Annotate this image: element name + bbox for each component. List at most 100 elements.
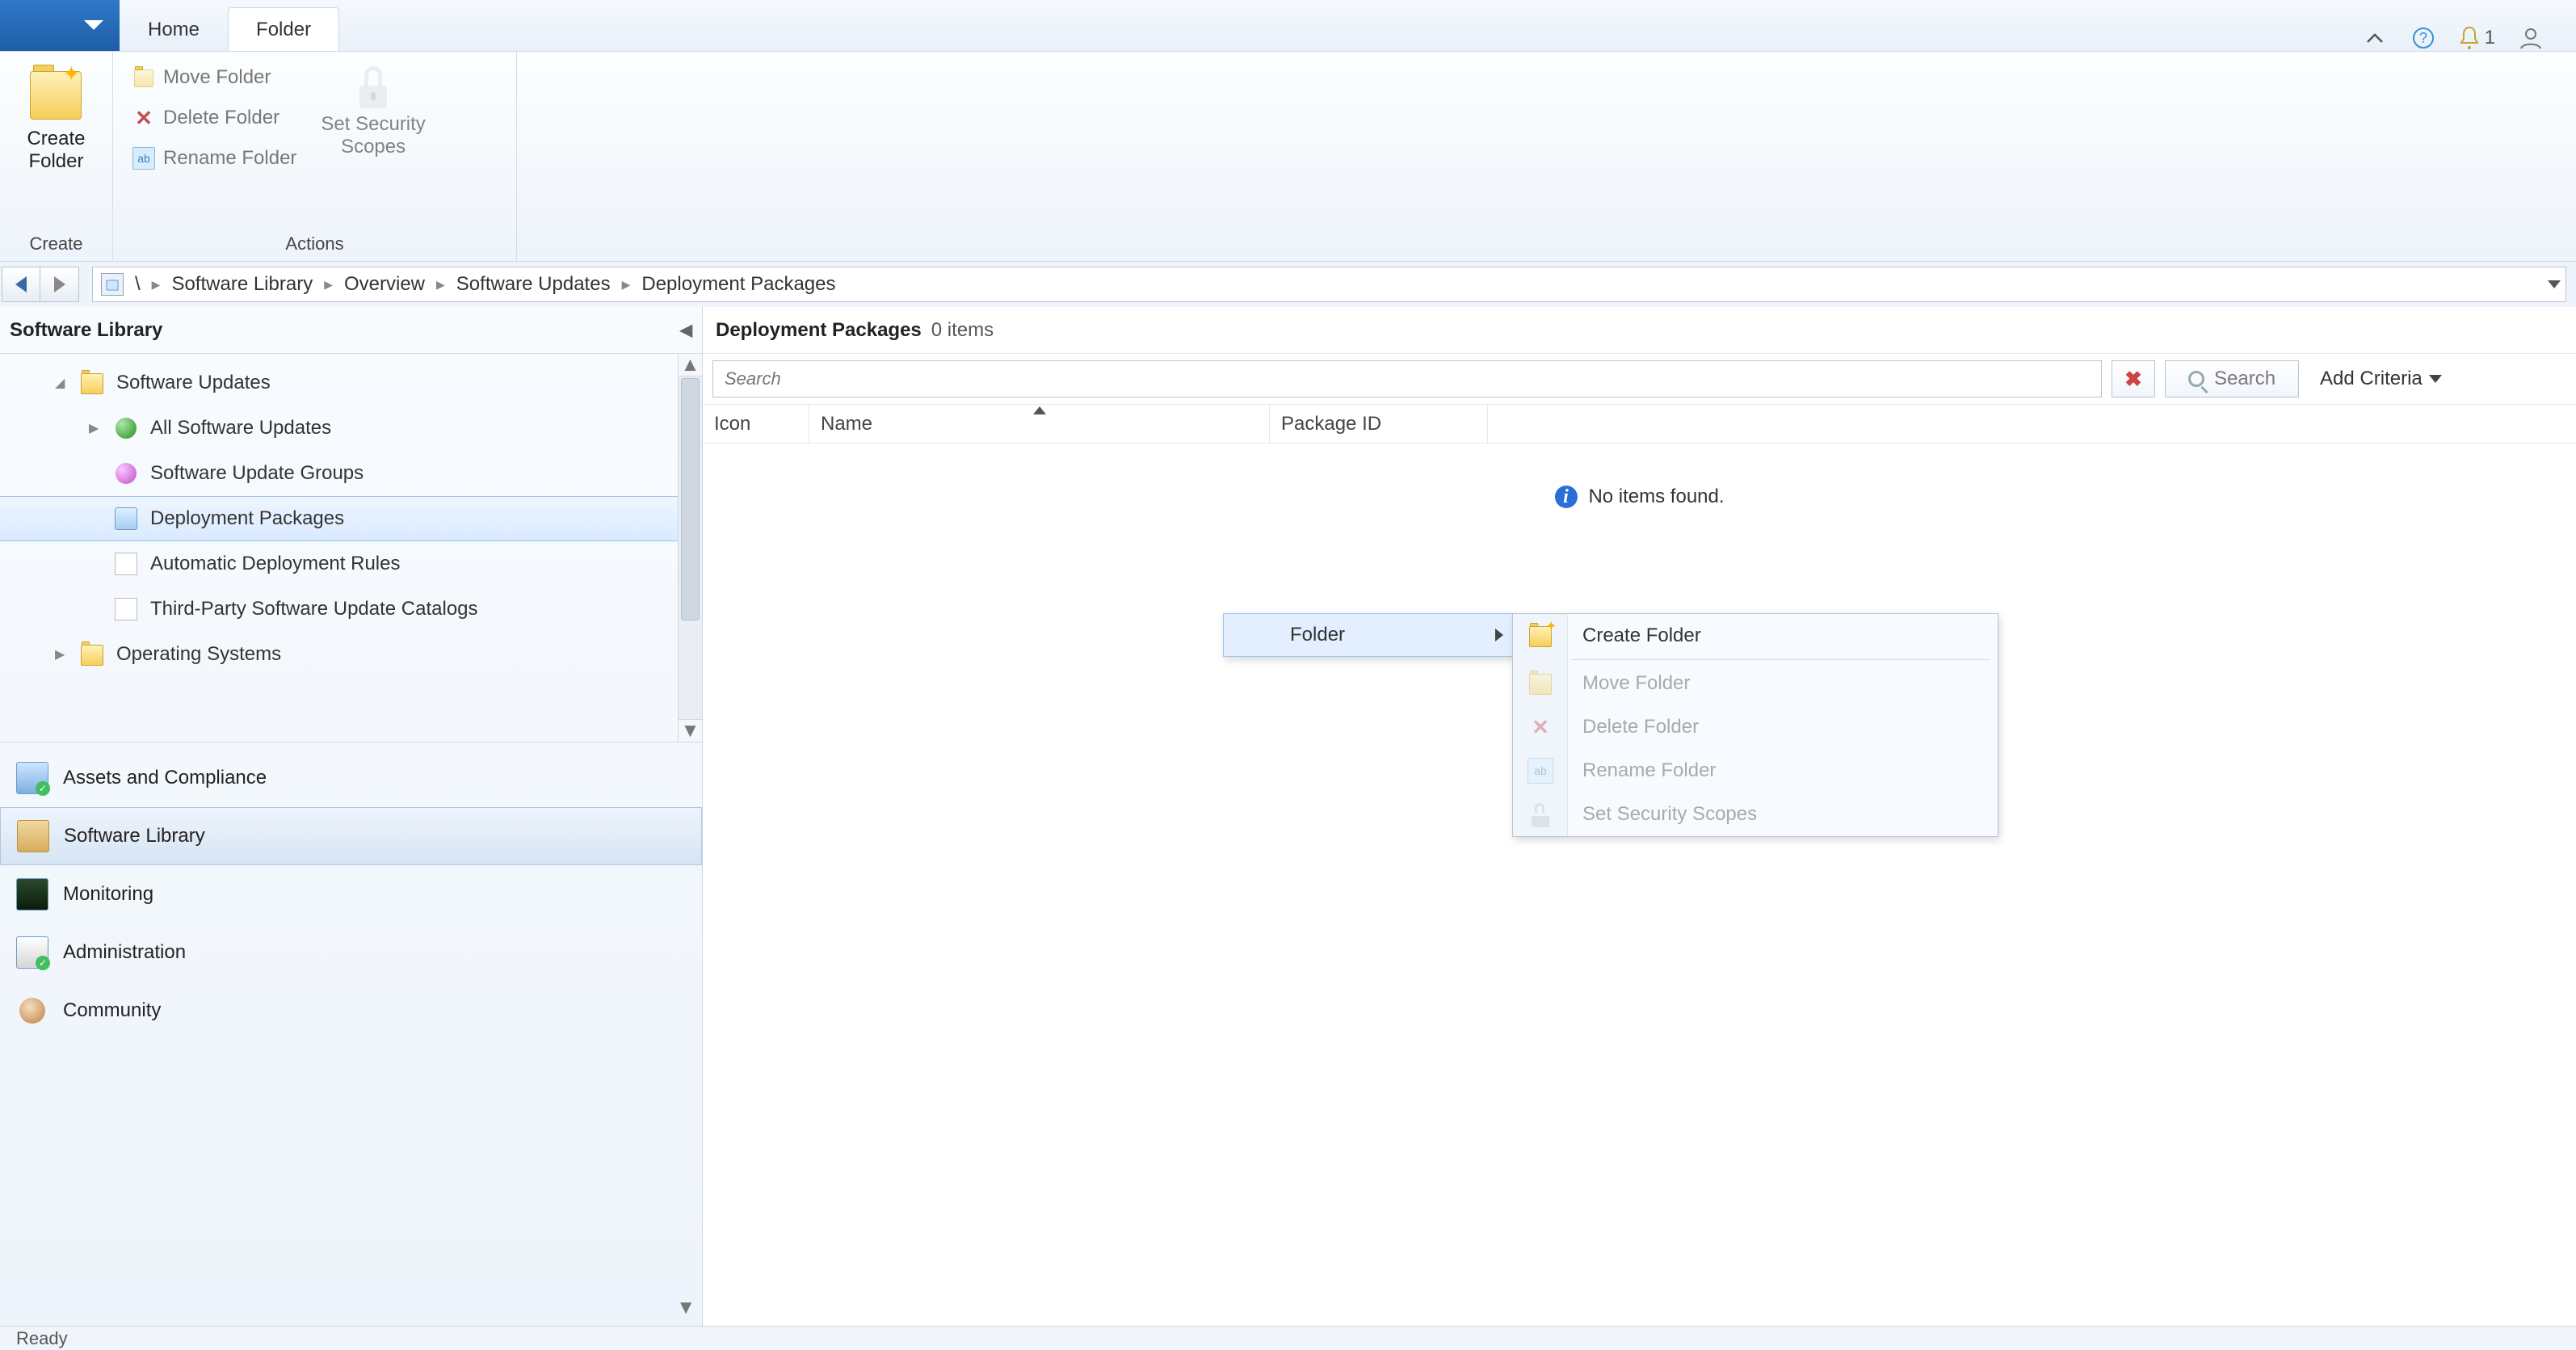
breadcrumb-software-updates[interactable]: Software Updates: [456, 273, 611, 296]
quick-access-toolbar[interactable]: [0, 0, 120, 51]
breadcrumb-overview[interactable]: Overview: [344, 273, 425, 296]
nav-overflow-icon[interactable]: ▼: [676, 1297, 695, 1319]
notification-count: 1: [2485, 27, 2495, 49]
scroll-up-icon[interactable]: ▲: [679, 354, 702, 376]
clear-icon: ✖: [2124, 367, 2142, 392]
add-criteria-label: Add Criteria: [2320, 368, 2423, 390]
expander-open-icon[interactable]: ◢: [55, 375, 68, 391]
context-folder-item[interactable]: Folder: [1223, 613, 1515, 657]
chevron-right-icon: ▶: [622, 278, 631, 292]
chevron-down-icon: [2429, 375, 2442, 383]
ribbon-group-create: ✦ Create Folder Create: [0, 52, 113, 261]
tree-label: Third-Party Software Update Catalogs: [150, 598, 478, 620]
column-name-label: Name: [821, 413, 872, 435]
tab-folder[interactable]: Folder: [228, 7, 339, 51]
group-create-label: Create: [29, 233, 82, 258]
nav-back-button[interactable]: [2, 267, 40, 302]
nav-forward-button[interactable]: [40, 267, 79, 302]
nav-pane-title-text: Software Library: [10, 319, 162, 342]
collapse-nav-icon[interactable]: ◀: [680, 320, 692, 340]
tab-home[interactable]: Home: [120, 7, 228, 51]
chevron-right-icon: ▶: [324, 278, 333, 292]
content-header: Deployment Packages 0 items: [703, 307, 2576, 354]
sort-asc-icon: [1033, 406, 1046, 414]
breadcrumb-root[interactable]: \: [135, 273, 141, 296]
move-folder-button[interactable]: Move Folder: [124, 60, 305, 95]
update-groups-icon: [113, 461, 139, 486]
tree-label: Software Updates: [116, 372, 271, 394]
ribbon-group-actions: Move Folder ✕ Delete Folder ab Rename Fo…: [113, 52, 517, 261]
nav-community[interactable]: Community: [0, 982, 702, 1040]
nav-administration[interactable]: ✓ Administration: [0, 923, 702, 982]
tree-software-update-groups[interactable]: Software Update Groups: [0, 451, 702, 496]
column-name[interactable]: Name: [809, 405, 1270, 443]
updates-icon: [113, 415, 139, 441]
column-package-id[interactable]: Package ID: [1270, 405, 1488, 443]
column-icon[interactable]: Icon: [703, 405, 809, 443]
create-folder-button[interactable]: ✦ Create Folder: [17, 60, 95, 177]
breadcrumb-deployment-packages[interactable]: Deployment Packages: [641, 273, 835, 296]
help-icon[interactable]: ?: [2410, 25, 2436, 51]
submenu-label: Rename Folder: [1582, 759, 1716, 782]
status-text: Ready: [16, 1328, 68, 1349]
nav-label: Administration: [63, 941, 186, 964]
breadcrumb[interactable]: \ ▶ Software Library ▶ Overview ▶ Softwa…: [92, 267, 2566, 302]
submenu-set-security-scopes[interactable]: Set Security Scopes: [1513, 793, 1998, 836]
tree-operating-systems[interactable]: ▶ Operating Systems: [0, 632, 702, 677]
collapse-ribbon-icon[interactable]: [2362, 25, 2388, 51]
no-items-message: i No items found.: [1554, 486, 1724, 508]
search-input[interactable]: [712, 360, 2102, 397]
submenu-label: Set Security Scopes: [1582, 803, 1757, 826]
clear-search-button[interactable]: ✖: [2112, 360, 2155, 397]
tree-deployment-packages[interactable]: Deployment Packages: [0, 496, 702, 541]
expander-closed-icon[interactable]: ▶: [89, 420, 102, 436]
nav-monitoring[interactable]: Monitoring: [0, 865, 702, 923]
breadcrumb-root-icon[interactable]: [101, 273, 124, 296]
context-submenu: ✦ Create Folder Move Folder ✕ Delete Fol…: [1512, 613, 1998, 837]
submenu-create-folder[interactable]: ✦ Create Folder: [1513, 614, 1998, 658]
tree-software-updates[interactable]: ◢ Software Updates: [0, 360, 702, 406]
catalog-icon: [113, 596, 139, 622]
submenu-label: Create Folder: [1582, 625, 1701, 647]
tree-label: Deployment Packages: [150, 507, 344, 530]
grid-body: i No items found.: [703, 444, 2576, 1326]
delete-folder-icon: ✕: [1528, 714, 1553, 740]
tree-automatic-deployment-rules[interactable]: Automatic Deployment Rules: [0, 541, 702, 587]
user-icon[interactable]: [2518, 25, 2544, 51]
chevron-right-icon: ▶: [436, 278, 445, 292]
submenu-rename-folder[interactable]: ab Rename Folder: [1513, 749, 1998, 793]
expander-closed-icon[interactable]: ▶: [55, 646, 68, 662]
create-folder-icon: ✦: [1528, 623, 1553, 649]
app-root: Home Folder ? 1 ✦ Create Folder Create: [0, 0, 2576, 1350]
delete-folder-button[interactable]: ✕ Delete Folder: [124, 100, 305, 136]
lock-icon: [1528, 801, 1553, 827]
nav-label: Monitoring: [63, 883, 153, 906]
notification-icon[interactable]: 1: [2459, 26, 2495, 50]
scroll-down-icon[interactable]: ▼: [679, 719, 702, 742]
set-security-scopes-button[interactable]: Set Security Scopes: [311, 60, 435, 162]
assets-icon: ✓: [16, 762, 48, 794]
tree-scrollbar[interactable]: ▲ ▼: [678, 354, 702, 742]
breadcrumb-software-library[interactable]: Software Library: [171, 273, 313, 296]
scroll-thumb[interactable]: [681, 378, 700, 620]
move-folder-icon: [132, 66, 155, 89]
tree-third-party-catalogs[interactable]: Third-Party Software Update Catalogs: [0, 587, 702, 632]
breadcrumb-dropdown-icon[interactable]: [2548, 280, 2561, 288]
nav-label: Assets and Compliance: [63, 767, 267, 789]
search-button-label: Search: [2214, 368, 2276, 390]
add-criteria-button[interactable]: Add Criteria: [2309, 368, 2453, 390]
submenu-label: Delete Folder: [1582, 716, 1699, 738]
tree-label: All Software Updates: [150, 417, 331, 439]
tree-all-software-updates[interactable]: ▶ All Software Updates: [0, 406, 702, 451]
rename-folder-button[interactable]: ab Rename Folder: [124, 141, 305, 176]
submenu-delete-folder[interactable]: ✕ Delete Folder: [1513, 705, 1998, 749]
tree-label: Operating Systems: [116, 643, 281, 666]
address-bar: \ ▶ Software Library ▶ Overview ▶ Softwa…: [0, 262, 2576, 307]
tree-label: Automatic Deployment Rules: [150, 553, 400, 575]
submenu-move-folder[interactable]: Move Folder: [1513, 662, 1998, 705]
nav-assets-and-compliance[interactable]: ✓ Assets and Compliance: [0, 749, 702, 807]
nav-software-library[interactable]: Software Library: [0, 807, 702, 865]
nav-label: Community: [63, 999, 161, 1022]
tree-label: Software Update Groups: [150, 462, 363, 485]
search-button[interactable]: Search: [2165, 360, 2299, 397]
